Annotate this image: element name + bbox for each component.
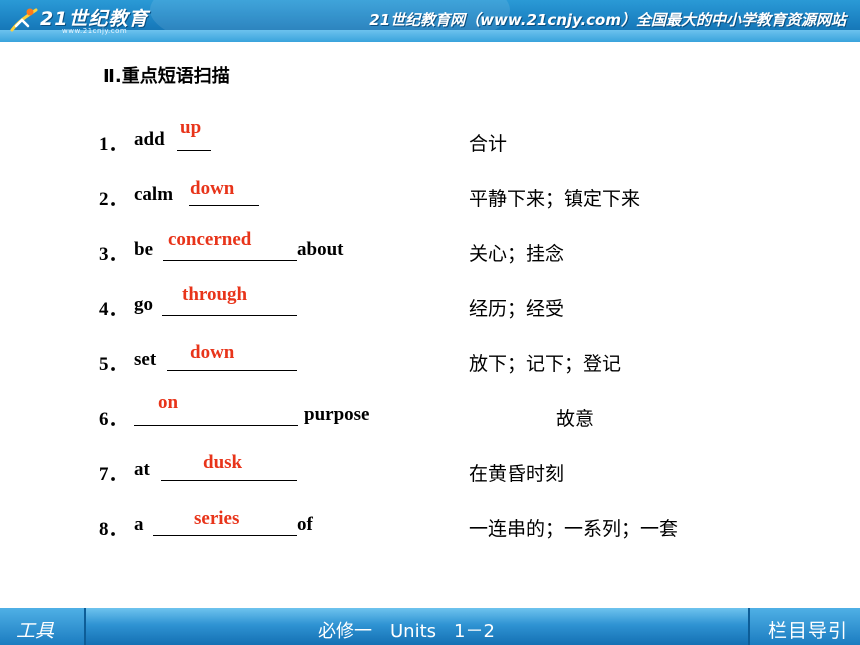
phrase-before: add [134,129,165,150]
phrase-after: about [297,239,344,260]
tools-label: 工具 [16,620,55,642]
section-nav-label: 栏目导引 [767,620,848,642]
phrase-row: 1． add up 合计 [0,115,860,155]
phrase-answer: up [180,117,202,138]
phrase-row: 8． a series of 一连串的；一系列；一套 [0,500,860,540]
tools-button[interactable]: 工具 [0,608,86,645]
phrase-number: 2． [99,189,128,210]
phrase-before: at [134,459,150,480]
site-header: 21世纪教育 www.21cnjy.com 21世纪教育网（www.21cnjy… [0,0,860,42]
phrase-after: purpose [304,404,370,425]
phrase-meaning: 故意 [556,408,595,430]
logo-url: www.21cnjy.com [62,27,128,35]
site-slogan: 21世纪教育网（www.21cnjy.com）全国最大的中小学教育资源网站 [369,11,846,29]
phrase-meaning: 合计 [469,133,508,155]
phrase-meaning: 一连串的；一系列；一套 [469,518,679,540]
phrase-row: 6． on purpose 故意 [0,390,860,430]
footer-bar: 工具 必修一 Units 1－2 栏目导引 [0,608,860,645]
phrase-before: be [134,239,153,260]
phrase-meaning: 关心；挂念 [469,243,565,265]
phrase-number: 6． [99,409,128,430]
phrase-number: 7． [99,464,128,485]
phrase-meaning: 经历；经受 [469,298,565,320]
phrase-row: 2． calm down 平静下来；镇定下来 [0,170,860,210]
phrase-before: a [134,514,144,535]
phrase-answer: through [182,284,248,305]
phrase-meaning: 放下；记下；登记 [469,353,622,375]
course-label: 必修一 Units 1－2 [318,621,495,642]
phrase-number: 1． [99,134,128,155]
phrase-number: 4． [99,299,128,320]
phrase-before: calm [134,184,174,205]
phrase-answer: dusk [203,452,243,473]
phrase-number: 5． [99,354,128,375]
phrase-meaning: 平静下来；镇定下来 [469,188,641,210]
phrase-meaning: 在黄昏时刻 [469,463,565,485]
phrase-number: 3． [99,244,128,265]
phrase-answer: on [158,392,179,413]
runner-logo-icon [10,8,38,32]
phrase-answer: down [190,342,235,363]
phrase-number: 8． [99,519,128,540]
phrase-after: of [297,514,313,535]
phrase-before: go [134,294,153,315]
phrase-row: 4． go through 经历；经受 [0,280,860,320]
phrase-row: 7． at dusk 在黄昏时刻 [0,445,860,485]
phrase-answer: concerned [168,229,252,250]
section-nav-button[interactable]: 栏目导引 [748,608,860,645]
phrase-answer: series [194,508,240,529]
phrase-before: set [134,349,157,370]
phrase-row: 5． set down 放下；记下；登记 [0,335,860,375]
phrase-row: 3． be concerned about 关心；挂念 [0,225,860,265]
section-title: Ⅱ.重点短语扫描 [103,66,230,87]
site-logo[interactable]: 21世纪教育 www.21cnjy.com [0,0,160,42]
phrase-answer: down [190,178,235,199]
